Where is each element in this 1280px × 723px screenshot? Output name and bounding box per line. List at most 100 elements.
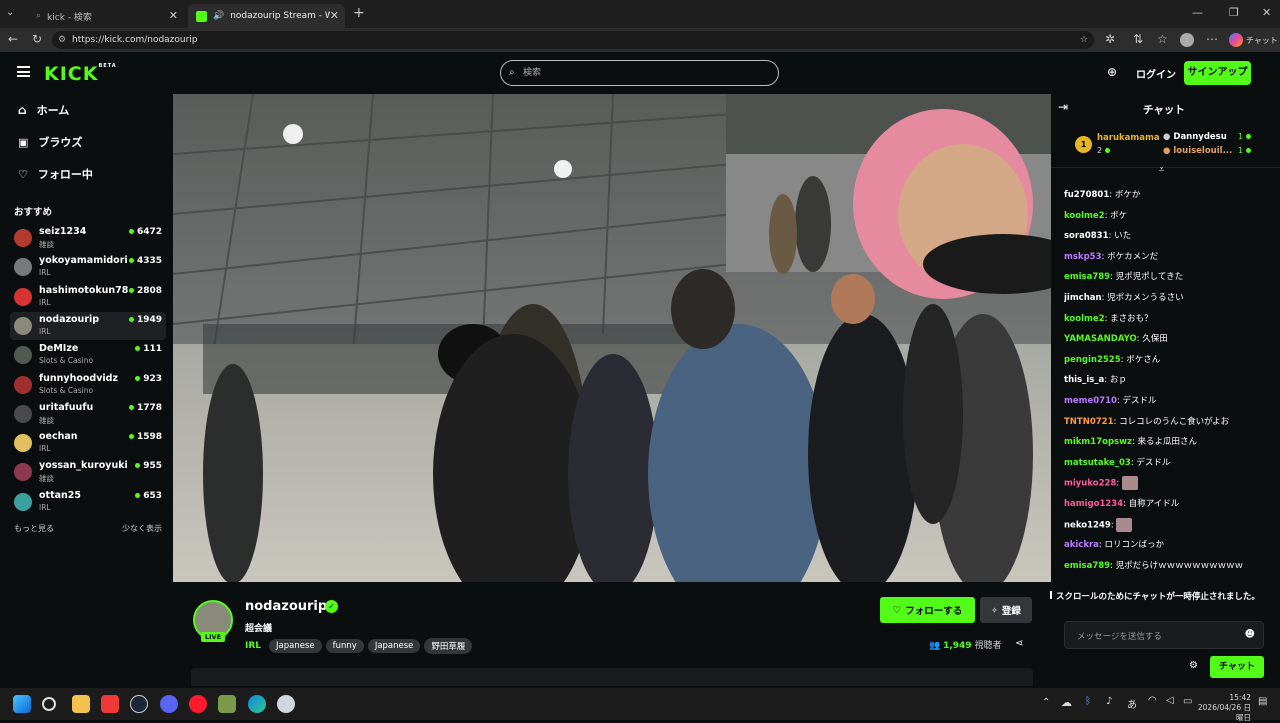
battery-icon[interactable]: ▭ xyxy=(1183,696,1192,707)
channel-name[interactable]: nodazourip xyxy=(245,599,327,614)
recommended-channel-ottan25[interactable]: ottan25 IRL 653 xyxy=(10,488,166,516)
chat-username[interactable]: TNTN0721 xyxy=(1064,417,1113,427)
chat-username[interactable]: miyuko228 xyxy=(1064,479,1116,489)
chat-username[interactable]: hamigo1234 xyxy=(1064,499,1123,509)
cloud-icon[interactable]: ☁ xyxy=(1061,696,1072,709)
chat-username[interactable]: matsutake_03 xyxy=(1064,458,1131,468)
expand-leaderboard-icon[interactable]: ⩡ xyxy=(1159,165,1164,175)
follow-button[interactable]: ♡ フォローする xyxy=(880,597,975,623)
search-icon[interactable] xyxy=(42,697,56,711)
discord-icon[interactable] xyxy=(160,695,178,713)
edge-icon[interactable] xyxy=(248,695,266,713)
chat-username[interactable]: sora0831 xyxy=(1064,231,1108,241)
clock[interactable]: 15:42 2026/04/26 日曜日 xyxy=(1195,693,1251,723)
globe-icon[interactable]: ⊕ xyxy=(1107,65,1117,79)
gifter-name[interactable]: ● Dannydesu xyxy=(1163,132,1227,142)
file-explorer-icon[interactable] xyxy=(72,695,90,713)
restore-button[interactable]: ❐ xyxy=(1229,6,1239,19)
chat-username[interactable]: fu270801 xyxy=(1064,190,1109,200)
site-info-icon[interactable]: ⚙ xyxy=(58,31,66,49)
extensions-icon[interactable]: ✲ xyxy=(1105,32,1115,46)
chrome-icon[interactable] xyxy=(277,695,295,713)
avatar[interactable] xyxy=(1180,33,1194,47)
chat-username[interactable]: koolme2 xyxy=(1064,314,1105,324)
recommended-channel-oechan[interactable]: oechan IRL 1598 xyxy=(10,429,166,457)
chat-paused-notice[interactable]: スクロールのためにチャットが一時停止されました。 xyxy=(1047,589,1280,605)
speaker-icon[interactable]: 🔊 xyxy=(213,11,224,21)
copilot-icon[interactable] xyxy=(1229,33,1243,47)
recommended-channel-yossan_kuroyuki[interactable]: yossan_kuroyuki 雑談 955 xyxy=(10,458,166,486)
recommended-channel-funnyhoodvidz[interactable]: funnyhoodvidz Slots & Casino 923 xyxy=(10,371,166,399)
show-less-link[interactable]: 少なく表示 xyxy=(122,523,162,534)
app-icon[interactable] xyxy=(218,695,236,713)
signup-button[interactable]: サインアップ xyxy=(1184,61,1251,85)
tab-nodazourip[interactable]: 🔊 nodazourip Stream - Watch L ✕ xyxy=(188,4,345,28)
tab-kick-search[interactable]: ⌕ kick - 検索 ✕ xyxy=(28,4,184,28)
recommended-channel-seiz1234[interactable]: seiz1234 雑談 6472 xyxy=(10,224,166,252)
chat-input[interactable]: メッセージを送信する ☻ xyxy=(1064,621,1264,649)
gifter-name[interactable]: ● louiselouil... xyxy=(1163,146,1232,156)
steam-icon[interactable] xyxy=(130,695,148,713)
chat-username[interactable]: YAMASANDAYO xyxy=(1064,334,1137,344)
window-close-button[interactable]: ✕ xyxy=(1262,6,1271,19)
chat-username[interactable]: jimchan xyxy=(1064,293,1102,303)
close-icon[interactable]: ✕ xyxy=(330,9,339,22)
category-link[interactable]: IRL xyxy=(245,641,261,651)
start-windows-icon[interactable] xyxy=(13,695,31,713)
chat-username[interactable]: akickra xyxy=(1064,540,1099,550)
bookmark-star-icon[interactable]: ☆ xyxy=(1080,31,1088,49)
gifter-name[interactable]: harukamama xyxy=(1097,133,1160,143)
wifi-icon[interactable]: ◠ xyxy=(1148,695,1157,706)
mic-icon[interactable]: ♪ xyxy=(1106,696,1112,707)
tag-pill[interactable]: 野田草履 xyxy=(424,638,473,654)
opera-icon[interactable] xyxy=(189,695,207,713)
chat-username[interactable]: emisa789 xyxy=(1064,272,1110,282)
tag-pill[interactable]: Japanese xyxy=(269,639,322,653)
reload-button[interactable]: ↻ xyxy=(32,32,42,46)
chat-username[interactable]: koolme2 xyxy=(1064,211,1105,221)
kick-logo[interactable]: KICKBETA xyxy=(44,63,117,85)
volume-icon[interactable]: ◁ xyxy=(1166,695,1174,706)
recommended-channel-uritafuufu[interactable]: uritafuufu 雑談 1778 xyxy=(10,400,166,428)
url-bar[interactable]: ⚙ https://kick.com/nodazourip ☆ xyxy=(52,31,1094,49)
video-player[interactable] xyxy=(173,94,1051,582)
chat-username[interactable]: this_is_a xyxy=(1064,375,1104,385)
recommended-channel-hashimotokun78[interactable]: hashimotokun78 IRL 2808 xyxy=(10,283,166,311)
collapse-chat-icon[interactable]: ⇥ xyxy=(1058,100,1068,114)
notification-icon[interactable]: ▤ xyxy=(1258,696,1267,707)
favorites-icon[interactable]: ☆ xyxy=(1157,32,1168,46)
sidebar-item-browse[interactable]: ▣ ブラウズ xyxy=(18,134,82,150)
close-icon[interactable]: ✕ xyxy=(169,9,178,22)
minimize-button[interactable]: — xyxy=(1192,6,1203,19)
vivaldi-icon[interactable] xyxy=(101,695,119,713)
bluetooth-icon[interactable]: ᛒ xyxy=(1085,696,1091,707)
chat-username[interactable]: pengin2525 xyxy=(1064,355,1121,365)
sidebar-item-home[interactable]: ⌂ ホーム xyxy=(18,102,69,118)
sidebar-item-following[interactable]: ♡ フォロー中 xyxy=(18,166,93,182)
emoji-icon[interactable]: ☻ xyxy=(1245,629,1255,640)
ime-indicator[interactable]: あ xyxy=(1127,696,1137,711)
chat-username[interactable]: meme0710 xyxy=(1064,396,1117,406)
menu-icon[interactable] xyxy=(17,66,30,77)
new-tab-button[interactable]: + xyxy=(353,5,365,21)
chat-username[interactable]: emisa789 xyxy=(1064,561,1110,571)
chat-send-button[interactable]: チャット xyxy=(1210,656,1264,678)
tag-pill[interactable]: Japanese xyxy=(367,639,421,653)
chat-username[interactable]: neko1249 xyxy=(1064,520,1111,530)
tag-pill[interactable]: funny xyxy=(325,639,364,653)
profile-sync-icon[interactable]: ⇅ xyxy=(1133,32,1143,46)
search-input[interactable]: ⌕ 検索 xyxy=(500,60,779,86)
chat-username[interactable]: mskp53 xyxy=(1064,252,1101,262)
share-icon[interactable]: ⋖ xyxy=(1015,638,1023,649)
tray-chevron-icon[interactable]: ⌃ xyxy=(1042,697,1050,708)
settings-gear-icon[interactable]: ⚙ xyxy=(1189,660,1198,671)
login-button[interactable]: ログイン xyxy=(1136,66,1176,81)
tab-list-button[interactable]: ⌄ xyxy=(6,7,20,21)
chat-username[interactable]: mikm17opswz xyxy=(1064,437,1132,447)
subscribe-button[interactable]: ✧ 登録 xyxy=(980,597,1032,623)
recommended-channel-DeMIze[interactable]: DeMIze Slots & Casino 111 xyxy=(10,341,166,369)
more-menu-icon[interactable]: ⋯ xyxy=(1206,32,1218,46)
show-more-link[interactable]: もっと見る xyxy=(14,523,54,534)
recommended-channel-nodazourip[interactable]: nodazourip IRL 1949 xyxy=(10,311,166,340)
recommended-channel-yokoyamamidori[interactable]: yokoyamamidori IRL 4335 xyxy=(10,253,166,281)
